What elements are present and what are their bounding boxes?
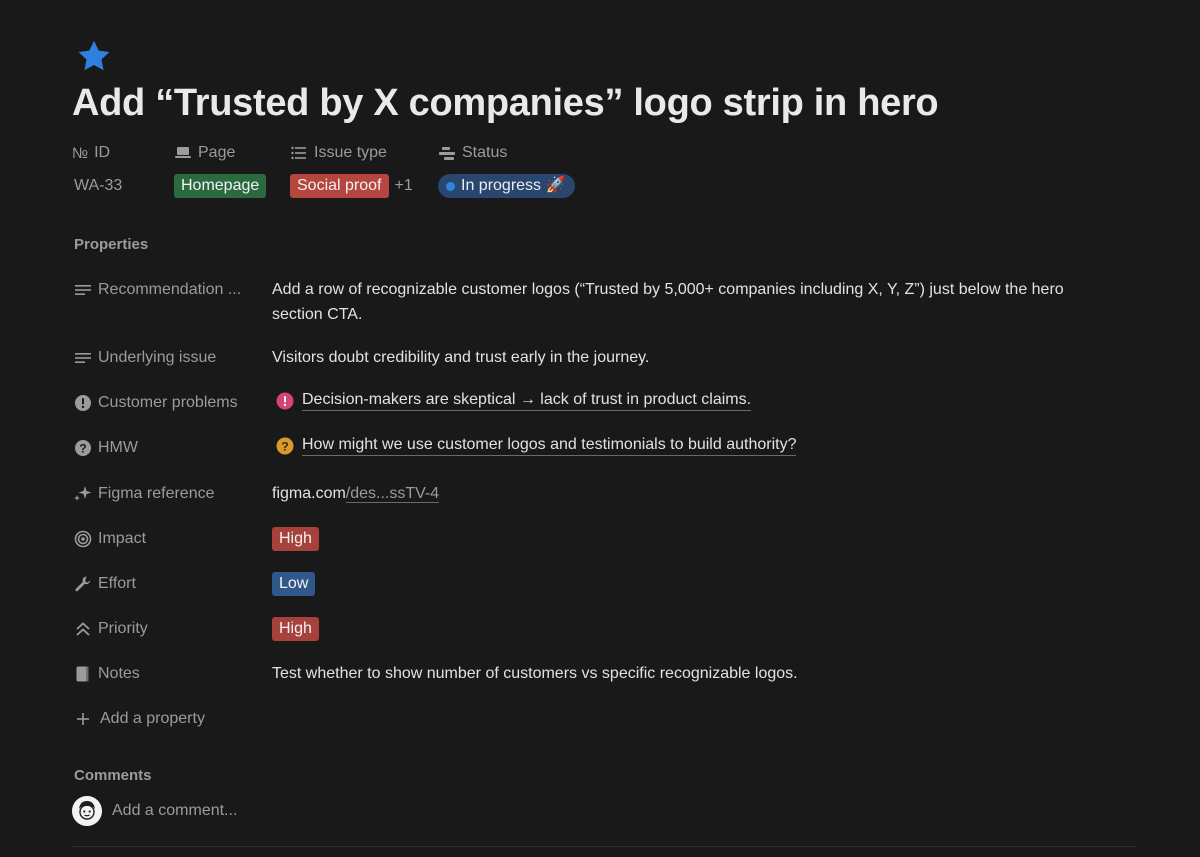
property-label[interactable]: Effort <box>72 571 272 596</box>
recommendation-value[interactable]: Add a row of recognizable customer logos… <box>272 277 1106 327</box>
prop-header-label: Page <box>198 144 236 161</box>
list-icon <box>291 146 306 160</box>
comments-heading: Comments <box>74 767 152 784</box>
laptop-icon <box>175 147 191 158</box>
status-dot-icon <box>446 181 455 191</box>
issue-type-more-count[interactable]: +1 <box>395 177 413 195</box>
impact-tag[interactable]: High <box>272 527 319 551</box>
exclamation-circle-icon <box>276 392 294 409</box>
issue-type-tag[interactable]: Social proof <box>290 174 389 198</box>
effort-tag[interactable]: Low <box>272 572 316 596</box>
prop-header-label: Status <box>462 144 508 161</box>
avatar <box>72 796 102 826</box>
double-chevron-up-icon <box>72 618 94 640</box>
sparkles-icon <box>72 483 94 505</box>
priority-value[interactable]: High <box>272 616 1106 641</box>
status-value[interactable]: In progress 🚀 <box>438 173 576 199</box>
property-customer-problems[interactable]: Customer problems Decision-makers are sk… <box>72 390 1136 415</box>
status-badge[interactable]: In progress 🚀 <box>438 174 576 198</box>
number-icon: № <box>72 144 89 162</box>
star-icon[interactable] <box>76 38 112 74</box>
property-impact[interactable]: Impact High <box>72 526 1136 551</box>
notes-value[interactable]: Test whether to show number of customers… <box>272 661 1106 686</box>
text-lines-icon <box>72 347 94 369</box>
property-label[interactable]: ? HMW <box>72 435 272 460</box>
hmw-value[interactable]: ? How might we use customer logos and te… <box>272 435 1106 463</box>
question-circle-icon: ? <box>276 437 294 454</box>
notes-icon <box>72 663 94 685</box>
text-lines-icon <box>72 279 94 301</box>
prop-header-status[interactable]: Status <box>438 144 507 162</box>
relation-link[interactable]: ? How might we use customer logos and te… <box>272 435 797 456</box>
priority-tag[interactable]: High <box>272 617 319 641</box>
wrench-icon <box>72 573 94 595</box>
target-icon <box>72 528 94 550</box>
property-recommendation[interactable]: Recommendation ... Add a row of recogniz… <box>72 277 1136 327</box>
question-circle-icon: ? <box>72 437 94 459</box>
property-label[interactable]: Customer problems <box>72 390 272 415</box>
divider <box>72 846 1136 847</box>
property-label[interactable]: Underlying issue <box>72 345 272 370</box>
add-property-button[interactable]: Add a property <box>72 706 1136 731</box>
figma-link[interactable]: figma.com/des...ssTV-4 <box>272 481 1106 506</box>
page-tag[interactable]: Homepage <box>174 174 267 198</box>
prop-header-label: Issue type <box>314 144 387 161</box>
property-hmw[interactable]: ? HMW ? How might we use customer logos … <box>72 435 1136 460</box>
svg-text:?: ? <box>79 441 86 455</box>
customer-problems-value[interactable]: Decision-makers are skeptical → lack of … <box>272 390 1106 418</box>
property-underlying-issue[interactable]: Underlying issue Visitors doubt credibil… <box>72 345 1136 370</box>
page-title[interactable]: Add “Trusted by X companies” logo strip … <box>72 82 939 125</box>
prop-header-id[interactable]: № ID <box>72 144 110 162</box>
comment-input[interactable]: Add a comment... <box>112 802 237 820</box>
properties-heading: Properties <box>74 236 149 253</box>
prop-header-label: ID <box>94 144 111 161</box>
id-value: WA-33 <box>74 177 123 194</box>
property-notes[interactable]: Notes Test whether to show number of cus… <box>72 661 1136 686</box>
effort-value[interactable]: Low <box>272 571 1106 596</box>
property-figma-reference[interactable]: Figma reference figma.com/des...ssTV-4 <box>72 481 1136 506</box>
page-value[interactable]: Homepage <box>174 173 267 199</box>
property-label[interactable]: Recommendation ... <box>72 277 272 302</box>
status-icon <box>439 147 455 160</box>
property-label[interactable]: Figma reference <box>72 481 272 506</box>
property-label[interactable]: Priority <box>72 616 272 641</box>
property-label[interactable]: Notes <box>72 661 272 686</box>
prop-header-issue-type[interactable]: Issue type <box>290 144 387 162</box>
property-priority[interactable]: Priority High <box>72 616 1136 641</box>
exclamation-circle-icon <box>72 392 94 414</box>
plus-icon <box>72 708 94 730</box>
impact-value[interactable]: High <box>272 526 1106 551</box>
relation-link[interactable]: Decision-makers are skeptical → lack of … <box>272 390 752 411</box>
comment-composer[interactable]: Add a comment... <box>72 796 237 826</box>
add-property-label[interactable]: Add a property <box>72 706 272 731</box>
property-effort[interactable]: Effort Low <box>72 571 1136 596</box>
prop-header-page[interactable]: Page <box>174 144 235 162</box>
underlying-issue-value[interactable]: Visitors doubt credibility and trust ear… <box>272 345 1106 370</box>
status-label: In progress 🚀 <box>461 177 566 194</box>
property-label[interactable]: Impact <box>72 526 272 551</box>
issue-type-value[interactable]: Social proof +1 <box>290 173 413 199</box>
svg-text:?: ? <box>281 439 288 453</box>
